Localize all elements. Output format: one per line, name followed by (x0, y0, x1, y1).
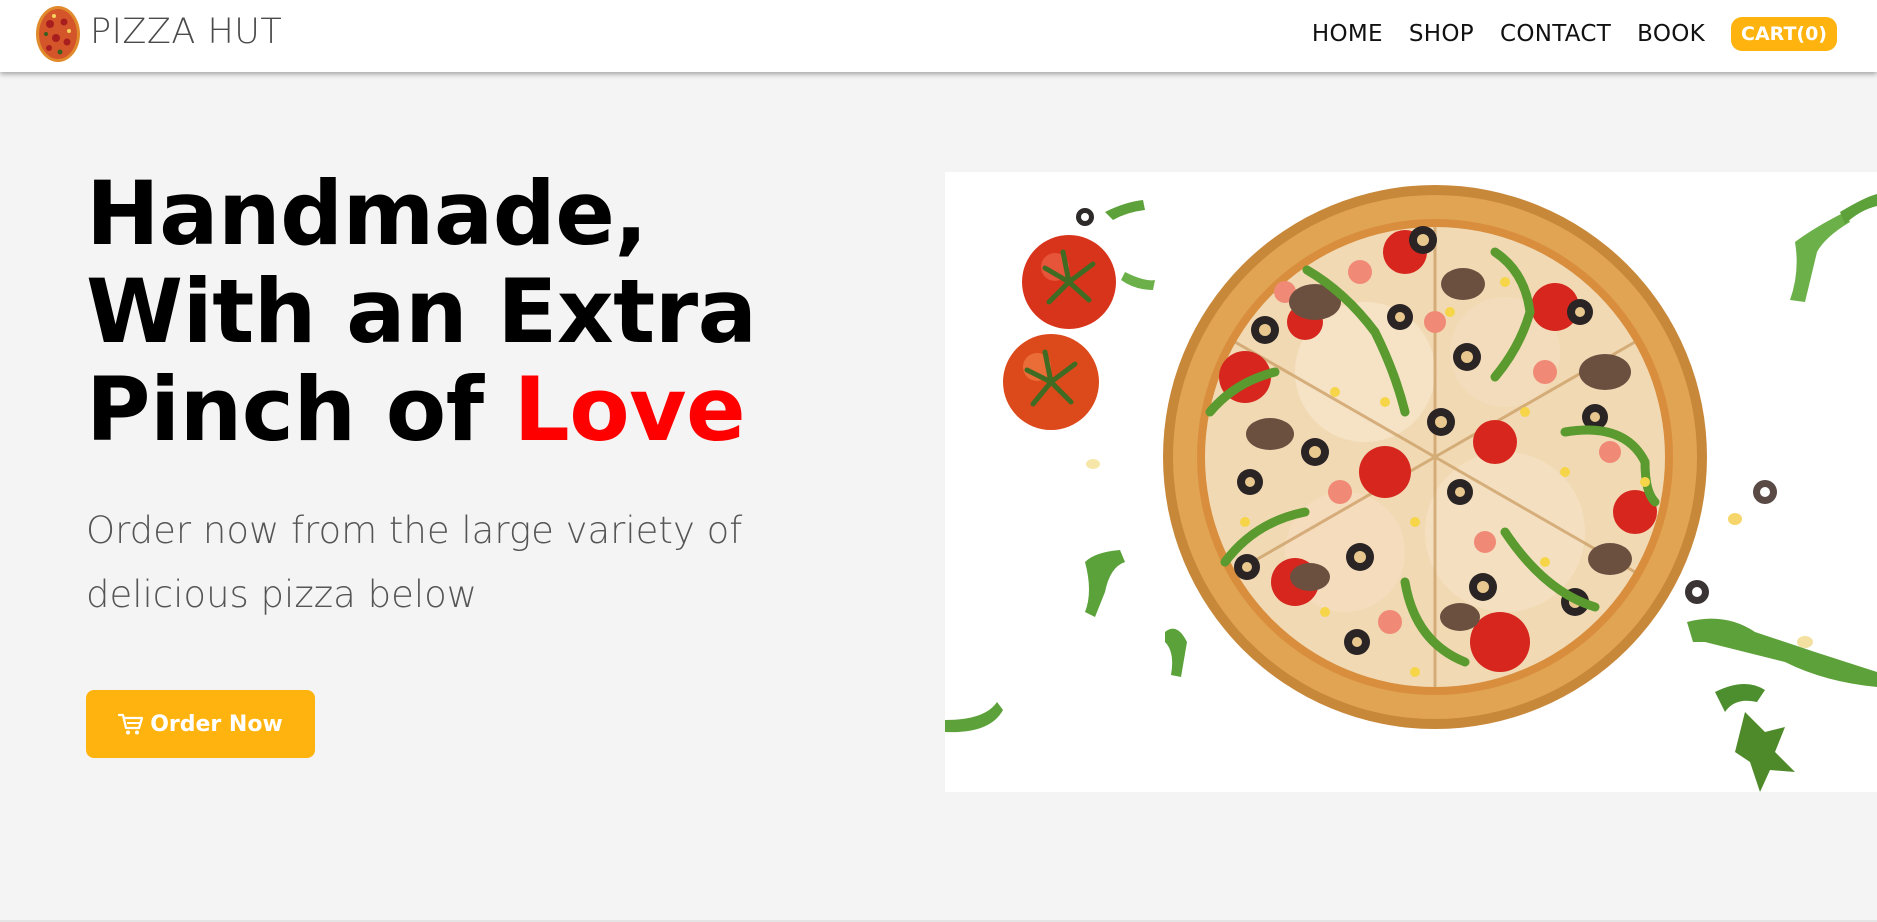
shopping-cart-icon (118, 713, 144, 735)
brand[interactable]: PIZZA HUT (34, 4, 282, 64)
headline-line-2: With an Extra (86, 260, 757, 363)
headline-love-highlight: Love (513, 358, 746, 461)
cart-button[interactable]: CART(0) (1731, 17, 1837, 51)
tomato-1 (1022, 235, 1116, 329)
hero-text: Handmade, With an Extra Pinch of Love Or… (86, 165, 906, 627)
headline-line-1: Handmade, (86, 162, 648, 265)
navbar: PIZZA HUT HOME SHOP CONTACT BOOK CART(0) (0, 0, 1877, 72)
nav-contact-link[interactable]: CONTACT (1500, 21, 1611, 47)
hero-headline: Handmade, With an Extra Pinch of Love (86, 165, 906, 459)
nav-book-link[interactable]: BOOK (1637, 21, 1705, 47)
pizza-with-toppings-image (945, 172, 1877, 792)
nav-shop-link[interactable]: SHOP (1409, 21, 1474, 47)
pizza (1163, 185, 1707, 729)
brand-name: PIZZA HUT (90, 11, 283, 52)
headline-line-3: Pinch of (86, 358, 514, 461)
hero-subtitle: Order now from the large variety of deli… (86, 509, 743, 616)
nav-home-link[interactable]: HOME (1312, 21, 1383, 47)
tomato-2 (1003, 334, 1099, 430)
order-now-label: Order Now (150, 711, 283, 737)
order-now-button[interactable]: Order Now (86, 690, 315, 758)
pizza-logo-icon (36, 6, 80, 62)
nav-links: HOME SHOP CONTACT BOOK CART(0) (1312, 17, 1837, 51)
